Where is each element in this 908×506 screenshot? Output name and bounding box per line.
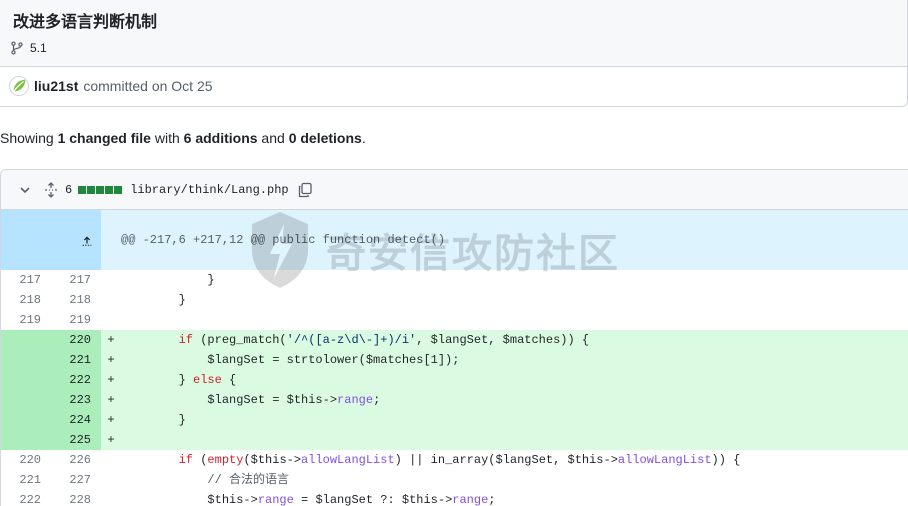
- commit-date: committed on Oct 25: [83, 78, 213, 94]
- expand-up-button[interactable]: [1, 210, 101, 270]
- old-line-number[interactable]: [1, 430, 51, 450]
- old-line-number[interactable]: [1, 390, 51, 410]
- copy-icon[interactable]: [297, 182, 313, 198]
- leaf-avatar-icon: [13, 79, 26, 92]
- diff-sign: [101, 270, 121, 290]
- diff-line-context: 220 226 if (empty($this->allowLangList) |…: [1, 450, 908, 470]
- code-line: if (empty($this->allowLangList) || in_ar…: [178, 453, 741, 467]
- diff-sign: +: [101, 390, 121, 410]
- diff-line-context: 218 218 }: [1, 290, 908, 310]
- old-line-number[interactable]: [1, 350, 51, 370]
- diff-line-context: 217 217 }: [1, 270, 908, 290]
- summary-with: with: [150, 130, 184, 146]
- commit-title-area: 改进多语言判断机制 5.1: [0, 0, 907, 67]
- new-line-number[interactable]: 218: [51, 290, 101, 310]
- diff-sign: +: [101, 370, 121, 390]
- code-line: if (preg_match('/^([a-z\d\-]+)/i', $lang…: [121, 330, 908, 350]
- old-line-number[interactable]: 219: [1, 310, 51, 330]
- diffstat-block: [96, 185, 105, 194]
- diff-line-added: 224 + }: [1, 410, 908, 430]
- new-line-number[interactable]: 217: [51, 270, 101, 290]
- summary-prefix: Showing: [0, 130, 58, 146]
- old-line-number[interactable]: [1, 410, 51, 430]
- branch-name[interactable]: 5.1: [30, 41, 47, 55]
- new-line-number[interactable]: 223: [51, 390, 101, 410]
- diffstat-bar: [78, 185, 123, 194]
- diff-sign: +: [101, 410, 121, 430]
- new-line-number[interactable]: 222: [51, 370, 101, 390]
- code-line: $this->range = $langSet ?: $this->range;: [121, 493, 496, 506]
- diff-line-added: 223 + $langSet = $this->range;: [1, 390, 908, 410]
- diff-line-added: 220 + if (preg_match('/^([a-z\d\-]+)/i', …: [1, 330, 908, 350]
- diff-sign: [101, 470, 121, 490]
- new-line-number[interactable]: 224: [51, 410, 101, 430]
- hunk-sign-cell: [101, 210, 121, 270]
- hunk-header-row: @@ -217,6 +217,12 @@ public function det…: [1, 210, 908, 270]
- old-line-number[interactable]: [1, 370, 51, 390]
- code-line: }: [121, 293, 186, 307]
- diff-line-added: 222 + } else {: [1, 370, 908, 390]
- summary-additions: 6 additions: [183, 130, 258, 146]
- diff-sign: [101, 310, 121, 330]
- diff-sign: [101, 290, 121, 310]
- commit-title: 改进多语言判断机制: [13, 14, 158, 31]
- diff-line-context: 222 228 $this->range = $langSet ?: $this-…: [1, 490, 908, 506]
- code-line: $langSet = strtolower($matches[1]);: [121, 350, 908, 370]
- diff-line-added: 221 + $langSet = strtolower($matches[1]);: [1, 350, 908, 370]
- file-header: 6 library/think/Lang.php: [1, 170, 908, 210]
- summary-changed-count[interactable]: 1 changed file: [58, 130, 151, 146]
- unfold-icon[interactable]: [43, 181, 59, 198]
- code-line: [121, 430, 908, 450]
- old-line-number[interactable]: 220: [1, 450, 51, 470]
- code-line: }: [121, 410, 908, 430]
- old-line-number[interactable]: 217: [1, 270, 51, 290]
- diffstat-block: [114, 185, 123, 194]
- branch-indicator[interactable]: 5.1: [10, 40, 47, 56]
- diff-table: @@ -217,6 +217,12 @@ public function det…: [1, 210, 908, 506]
- code-line: }: [121, 273, 215, 287]
- new-line-number[interactable]: 225: [51, 430, 101, 450]
- hunk-header-text: @@ -217,6 +217,12 @@ public function det…: [121, 210, 908, 270]
- commit-meta: liu21st committed on Oct 25: [9, 76, 213, 96]
- diff-sign: [101, 450, 121, 470]
- new-line-number[interactable]: 226: [51, 450, 101, 470]
- code-line: } else {: [121, 370, 908, 390]
- summary-and: and: [257, 130, 289, 146]
- old-line-number[interactable]: [1, 330, 51, 350]
- file-diff: 6 library/think/Lang.php @@ -217,6 +217,…: [0, 169, 908, 506]
- diffstat-block: [87, 185, 96, 194]
- new-line-number[interactable]: 220: [51, 330, 101, 350]
- summary-suffix: .: [361, 130, 366, 146]
- code-line: $langSet = $this->range;: [121, 390, 908, 410]
- commit-author[interactable]: liu21st: [34, 78, 78, 94]
- diff-sign: +: [101, 430, 121, 450]
- diffstat-block: [78, 185, 87, 194]
- code-line: // 合法的语言: [207, 473, 290, 487]
- new-line-number[interactable]: 219: [51, 310, 101, 330]
- avatar[interactable]: [9, 76, 29, 96]
- new-line-number[interactable]: 228: [51, 490, 101, 506]
- diff-line-context: 221 227 // 合法的语言: [1, 470, 908, 490]
- new-line-number[interactable]: 221: [51, 350, 101, 370]
- chevron-down-icon[interactable]: [17, 182, 33, 198]
- summary-deletions: 0 deletions: [288, 130, 362, 146]
- old-line-number[interactable]: 218: [1, 290, 51, 310]
- old-line-number[interactable]: 221: [1, 470, 51, 490]
- diff-line-context: 219 219: [1, 310, 908, 330]
- diff-sign: [101, 490, 121, 506]
- file-change-count: 6: [65, 182, 73, 197]
- diff-line-added: 225 +: [1, 430, 908, 450]
- old-line-number[interactable]: 222: [1, 490, 51, 506]
- commit-header-box: 改进多语言判断机制 5.1 liu21st committed on Oct 2…: [0, 0, 908, 107]
- file-path[interactable]: library/think/Lang.php: [130, 183, 288, 197]
- diffstat-block: [105, 185, 114, 194]
- new-line-number[interactable]: 227: [51, 470, 101, 490]
- code-line: [121, 310, 908, 330]
- expand-up-icon: [82, 236, 92, 246]
- git-branch-icon: [11, 41, 23, 55]
- diff-summary: Showing 1 changed file with 6 additions …: [0, 130, 366, 146]
- diff-sign: +: [101, 330, 121, 350]
- diff-sign: +: [101, 350, 121, 370]
